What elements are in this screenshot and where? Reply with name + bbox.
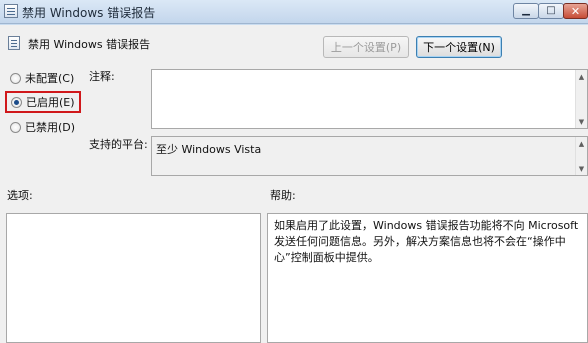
close-button[interactable]: ✕ bbox=[563, 3, 588, 19]
radio-enabled-label: 已启用(E) bbox=[26, 96, 75, 109]
supported-value: 至少 Windows Vista bbox=[156, 143, 262, 156]
maximize-button[interactable]: □ bbox=[538, 3, 564, 19]
policy-name: 禁用 Windows 错误报告 bbox=[28, 38, 151, 51]
dialog-body: 禁用 Windows 错误报告 上一个设置(P) 下一个设置(N) 未配置(C)… bbox=[0, 25, 588, 343]
radio-not-configured-dot bbox=[10, 72, 21, 84]
radio-disabled[interactable]: 已禁用(D) bbox=[10, 119, 75, 135]
radio-disabled-label: 已禁用(D) bbox=[25, 121, 76, 134]
policy-header: 禁用 Windows 错误报告 上一个设置(P) 下一个设置(N) bbox=[0, 25, 588, 61]
help-text: 如果启用了此设置，Windows 错误报告功能将不向 Microsoft 发送任… bbox=[274, 219, 579, 264]
supported-platforms-box: 至少 Windows Vista ▲ ▼ bbox=[151, 136, 588, 176]
radio-enabled[interactable]: 已启用(E) bbox=[5, 91, 81, 113]
next-setting-button[interactable]: 下一个设置(N) bbox=[416, 36, 502, 58]
policy-window-icon bbox=[4, 4, 18, 18]
options-section-label: 选项: bbox=[7, 189, 33, 202]
close-icon: ✕ bbox=[570, 4, 581, 18]
scroll-down-icon[interactable]: ▼ bbox=[576, 116, 587, 127]
scroll-down-icon[interactable]: ▼ bbox=[576, 163, 587, 174]
help-section-label: 帮助: bbox=[270, 189, 296, 202]
scroll-up-icon[interactable]: ▲ bbox=[576, 138, 587, 149]
policy-setting-icon bbox=[8, 36, 20, 50]
minimize-button[interactable]: ▁ bbox=[513, 3, 539, 19]
window-title: 禁用 Windows 错误报告 bbox=[22, 6, 156, 20]
comment-textarea[interactable]: ▲ ▼ bbox=[151, 69, 588, 129]
radio-enabled-dot bbox=[11, 96, 22, 108]
title-bar: 禁用 Windows 错误报告 ▁ □ ✕ bbox=[0, 0, 588, 24]
radio-not-configured[interactable]: 未配置(C) bbox=[10, 70, 74, 86]
minimize-icon: ▁ bbox=[522, 5, 530, 16]
previous-setting-button[interactable]: 上一个设置(P) bbox=[323, 36, 409, 58]
options-panel bbox=[6, 213, 261, 343]
radio-disabled-dot bbox=[10, 121, 21, 133]
scroll-up-icon[interactable]: ▲ bbox=[576, 71, 587, 82]
supported-label: 支持的平台: bbox=[89, 138, 148, 151]
radio-not-configured-label: 未配置(C) bbox=[25, 72, 75, 85]
supported-scrollbar[interactable]: ▲ ▼ bbox=[575, 137, 587, 175]
comment-scrollbar[interactable]: ▲ ▼ bbox=[575, 70, 587, 128]
help-panel: 如果启用了此设置，Windows 错误报告功能将不向 Microsoft 发送任… bbox=[267, 213, 588, 343]
comment-label: 注释: bbox=[89, 70, 115, 83]
maximize-icon: □ bbox=[546, 5, 556, 16]
